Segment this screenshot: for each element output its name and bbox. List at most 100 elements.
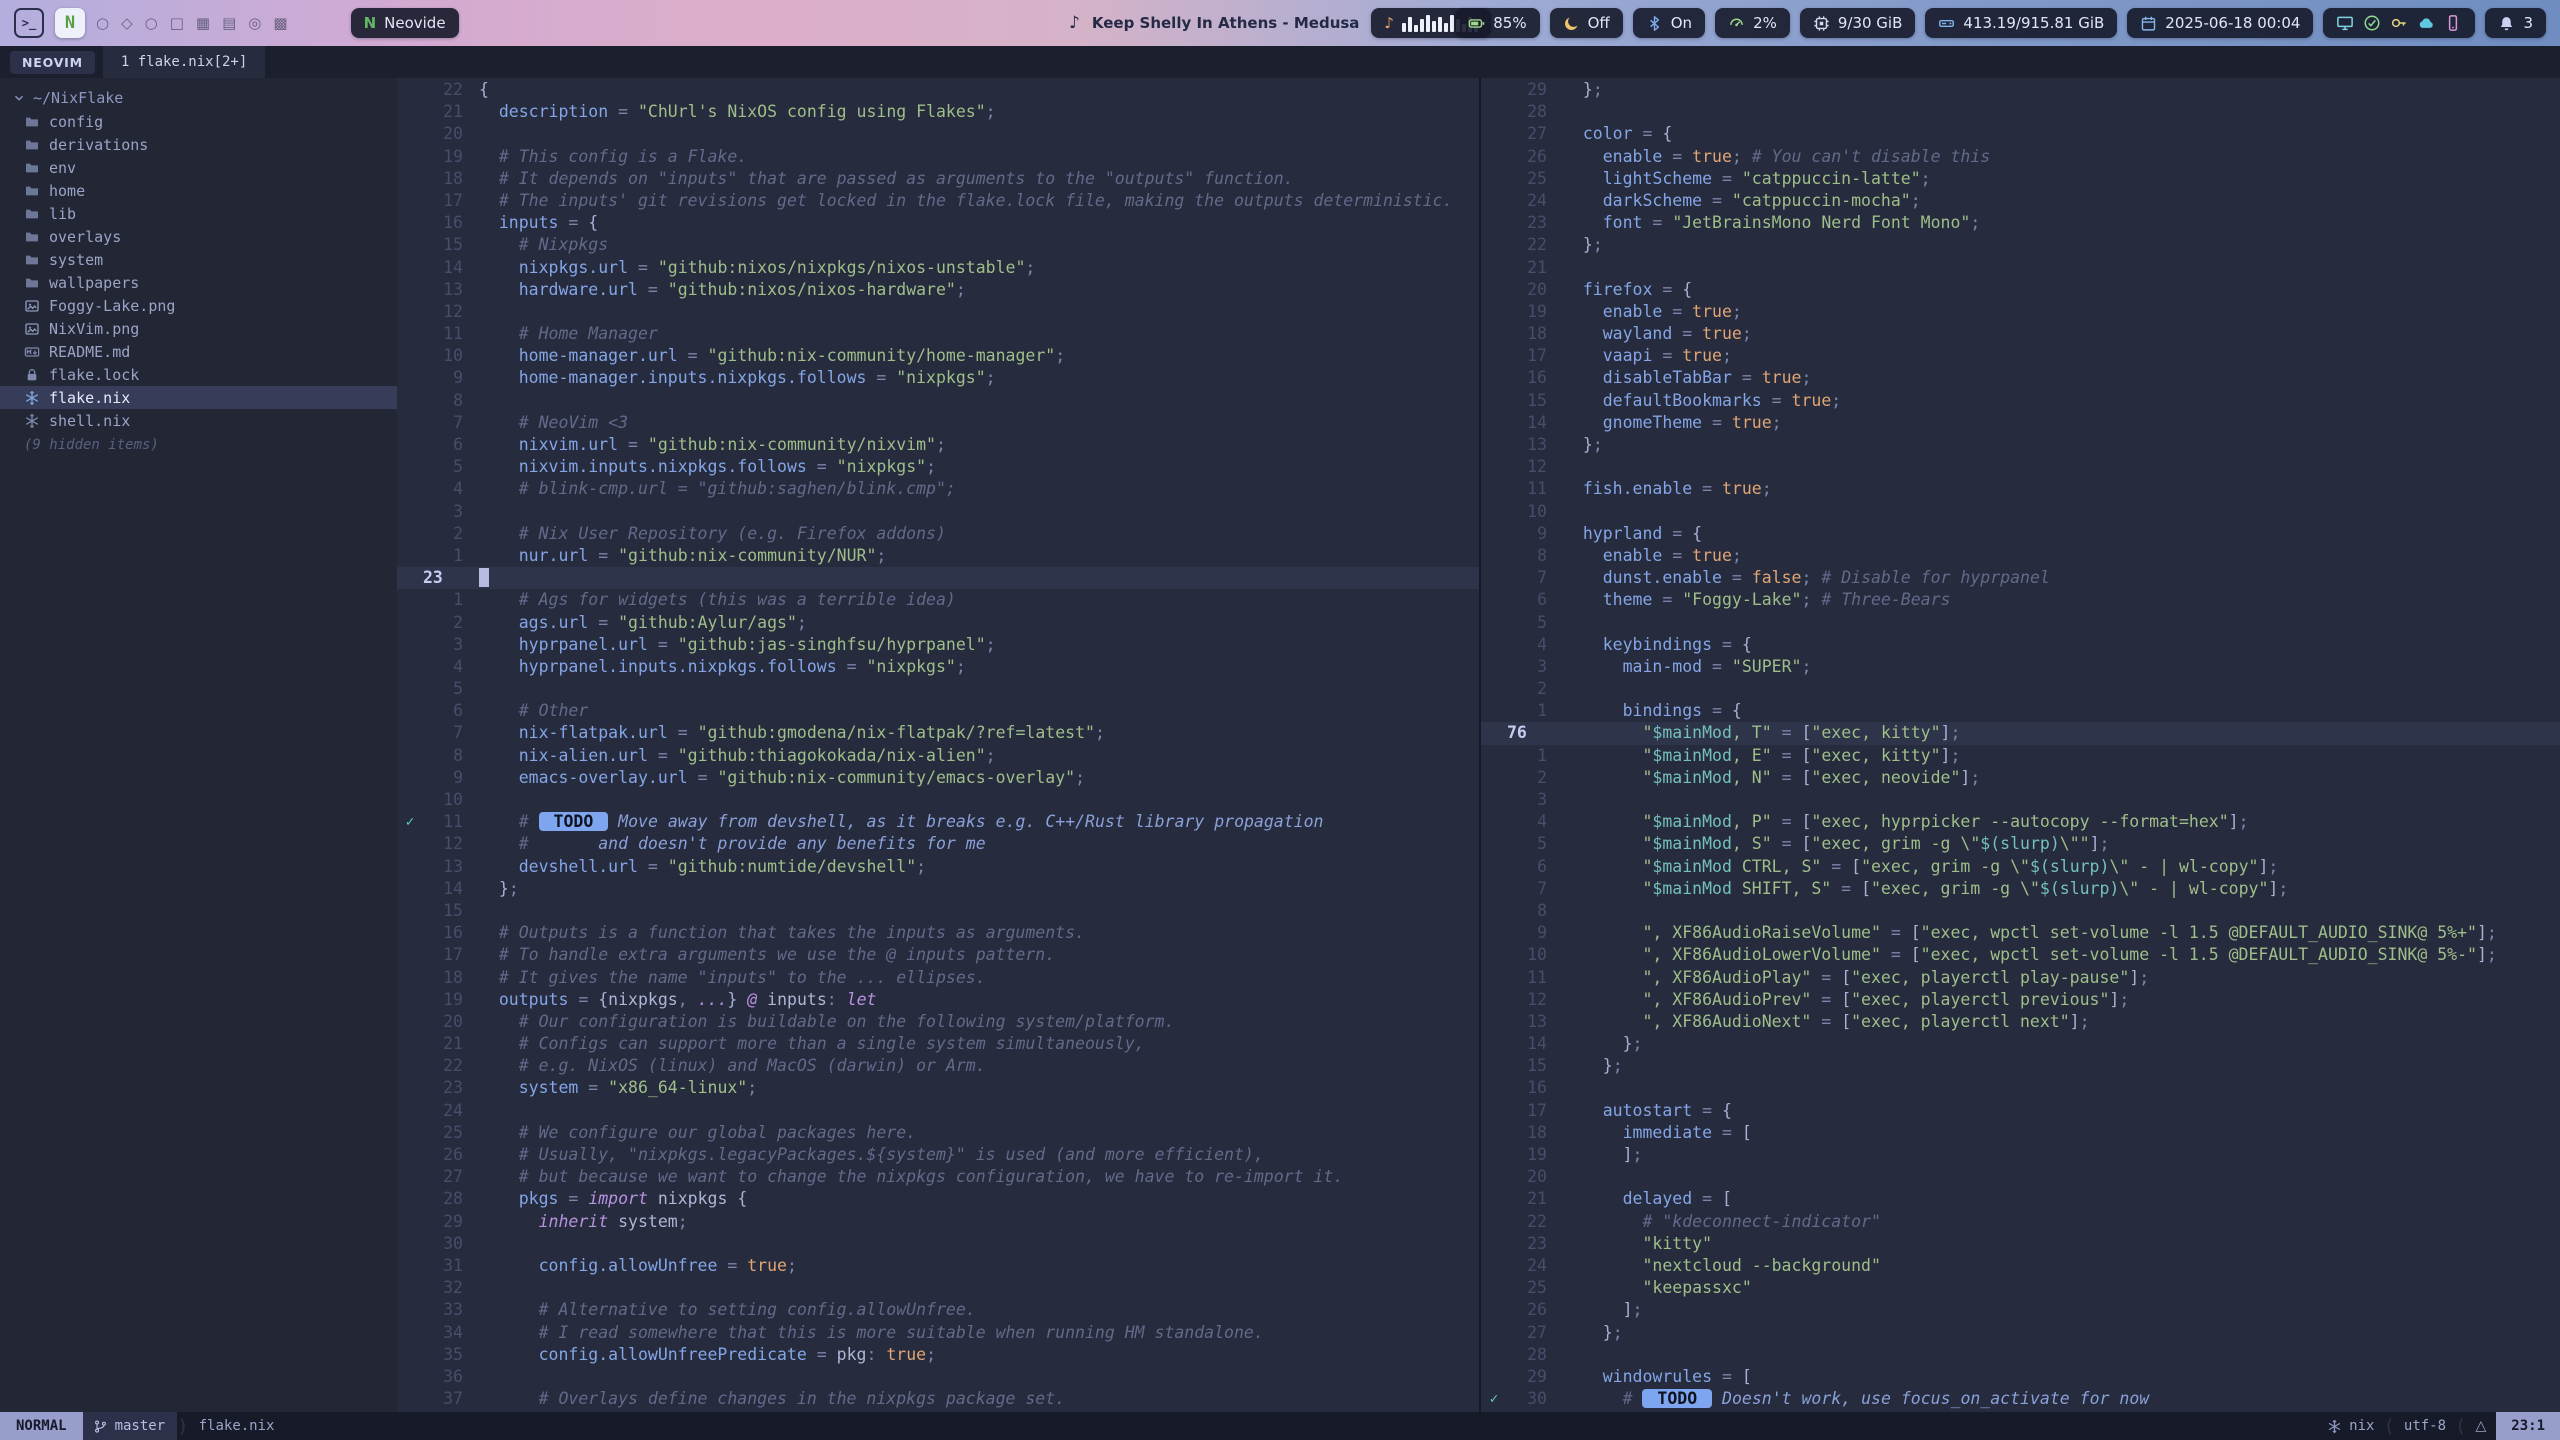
tree-item-home[interactable]: home	[0, 179, 397, 202]
tree-item-wallpapers[interactable]: wallpapers	[0, 271, 397, 294]
code-line[interactable]: 26 ];	[1481, 1299, 2560, 1321]
buffer-tab[interactable]: 1 flake.nix[2+]	[103, 46, 265, 78]
code-line[interactable]: 16 # Outputs is a function that takes th…	[397, 922, 1479, 944]
tree-item-lib[interactable]: lib	[0, 202, 397, 225]
code-line[interactable]: 15 };	[1481, 1055, 2560, 1077]
notifications-module[interactable]: 3	[2485, 8, 2546, 38]
code-line[interactable]: 21 description = "ChUrl's NixOS config u…	[397, 101, 1479, 123]
code-line[interactable]: 8 enable = true;	[1481, 545, 2560, 567]
code-line[interactable]: 3 main-mod = "SUPER";	[1481, 656, 2560, 678]
cloud-icon[interactable]	[2417, 14, 2435, 32]
tree-item-derivations[interactable]: derivations	[0, 133, 397, 156]
code-line[interactable]: 4 "$mainMod, P" = ["exec, hyprpicker --a…	[1481, 811, 2560, 833]
code-line[interactable]: 20 firefox = {	[1481, 279, 2560, 301]
code-line[interactable]: 13 ", XF86AudioNext" = ["exec, playerctl…	[1481, 1011, 2560, 1033]
code-line[interactable]: 13 };	[1481, 434, 2560, 456]
tree-item-env[interactable]: env	[0, 156, 397, 179]
code-line[interactable]: 30	[397, 1233, 1479, 1255]
code-line[interactable]: 28 pkgs = import nixpkgs {	[397, 1188, 1479, 1210]
code-line[interactable]: 4 # blink-cmp.url = "github:saghen/blink…	[397, 478, 1479, 500]
code-line[interactable]: 11 ", XF86AudioPlay" = ["exec, playerctl…	[1481, 967, 2560, 989]
code-line[interactable]: 29 windowrules = [	[1481, 1366, 2560, 1388]
code-line[interactable]: 18 # It gives the name "inputs" to the .…	[397, 967, 1479, 989]
code-line[interactable]: 23 "kitty"	[1481, 1233, 2560, 1255]
code-line[interactable]: 2 "$mainMod, N" = ["exec, neovide"];	[1481, 767, 2560, 789]
code-line[interactable]: 24 darkScheme = "catppuccin-mocha";	[1481, 190, 2560, 212]
code-line[interactable]: 17 autostart = {	[1481, 1100, 2560, 1122]
rows-icon[interactable]: ▤	[222, 14, 236, 32]
code-line[interactable]: 3 hyprpanel.url = "github:jas-singhfsu/h…	[397, 634, 1479, 656]
code-line[interactable]: 16 inputs = {	[397, 212, 1479, 234]
bluetooth-module[interactable]: On	[1633, 8, 1705, 38]
code-line[interactable]: 10	[1481, 501, 2560, 523]
editor-pane-left[interactable]: 22{21 description = "ChUrl's NixOS confi…	[397, 78, 1479, 1412]
code-line[interactable]: 22 # e.g. NixOS (linux) and MacOS (darwi…	[397, 1055, 1479, 1077]
disk-module[interactable]: 413.19/915.81 GiB	[1925, 8, 2117, 38]
tree-item-Foggy-Lake.png[interactable]: Foggy-Lake.png	[0, 294, 397, 317]
code-line[interactable]: 33 # Alternative to setting config.allow…	[397, 1299, 1479, 1321]
code-line[interactable]: 25 lightScheme = "catppuccin-latte";	[1481, 168, 2560, 190]
code-line[interactable]: 17 vaapi = true;	[1481, 345, 2560, 367]
tree-root[interactable]: ~/NixFlake	[0, 86, 397, 110]
tree-item-shell.nix[interactable]: shell.nix	[0, 409, 397, 432]
code-line[interactable]: 76 "$mainMod, T" = ["exec, kitty"];	[1481, 722, 2560, 744]
code-line[interactable]: 8 nix-alien.url = "github:thiagokokada/n…	[397, 745, 1479, 767]
hatch-icon[interactable]: ▩	[273, 14, 287, 32]
code-line[interactable]: 22 # "kdeconnect-indicator"	[1481, 1211, 2560, 1233]
code-line[interactable]: 19 enable = true;	[1481, 301, 2560, 323]
code-line[interactable]: 15 defaultBookmarks = true;	[1481, 390, 2560, 412]
code-line[interactable]: 35 config.allowUnfreePredicate = pkg: tr…	[397, 1344, 1479, 1366]
media-title[interactable]: Keep Shelly In Athens - Medusa	[1092, 14, 1360, 32]
code-line[interactable]: 31 config.allowUnfree = true;	[397, 1255, 1479, 1277]
idle-inhibitor-module[interactable]: Off	[1550, 8, 1623, 38]
battery-module[interactable]: 85%	[1455, 8, 1539, 38]
code-line[interactable]: 2 # Nix User Repository (e.g. Firefox ad…	[397, 523, 1479, 545]
code-line[interactable]: 28	[1481, 1344, 2560, 1366]
code-line[interactable]: 22 };	[1481, 234, 2560, 256]
code-line[interactable]: 34 # I read somewhere that this is more …	[397, 1322, 1479, 1344]
code-line[interactable]: 18 # It depends on "inputs" that are pas…	[397, 168, 1479, 190]
window-title-module[interactable]: N Neovide	[351, 8, 459, 38]
tree-item-flake.nix[interactable]: flake.nix	[0, 386, 397, 409]
code-line[interactable]: 16 disableTabBar = true;	[1481, 367, 2560, 389]
code-line[interactable]: 10	[397, 789, 1479, 811]
grid-icon[interactable]: ▦	[196, 14, 210, 32]
code-line[interactable]: 5	[397, 678, 1479, 700]
code-line[interactable]: 13 hardware.url = "github:nixos/nixos-ha…	[397, 279, 1479, 301]
code-line[interactable]: 25 # We configure our global packages he…	[397, 1122, 1479, 1144]
code-line[interactable]: 6 # Other	[397, 700, 1479, 722]
code-line[interactable]: 37 # Overlays define changes in the nixp…	[397, 1388, 1479, 1410]
phone-icon[interactable]	[2444, 14, 2462, 32]
tree-item-flake.lock[interactable]: flake.lock	[0, 363, 397, 386]
code-line[interactable]: 6 "$mainMod CTRL, S" = ["exec, grim -g \…	[1481, 856, 2560, 878]
workspace-terminal[interactable]: >_	[14, 8, 44, 38]
code-line[interactable]: 24	[397, 1100, 1479, 1122]
code-line[interactable]: 14 gnomeTheme = true;	[1481, 412, 2560, 434]
code-line[interactable]: 21	[1481, 257, 2560, 279]
code-line[interactable]: 4 hyprpanel.inputs.nixpkgs.follows = "ni…	[397, 656, 1479, 678]
code-line[interactable]: 8	[1481, 900, 2560, 922]
code-line[interactable]: 13 devshell.url = "github:numtide/devshe…	[397, 856, 1479, 878]
code-line[interactable]: 11 # Home Manager	[397, 323, 1479, 345]
code-line[interactable]: 9 home-manager.inputs.nixpkgs.follows = …	[397, 367, 1479, 389]
code-line[interactable]: 21 # Configs can support more than a sin…	[397, 1033, 1479, 1055]
code-line[interactable]: 9 hyprland = {	[1481, 523, 2560, 545]
code-line[interactable]: 17 # The inputs' git revisions get locke…	[397, 190, 1479, 212]
diamond-icon[interactable]: ◇	[121, 14, 133, 32]
code-line[interactable]: 12 # and doesn't provide any benefits fo…	[397, 833, 1479, 855]
code-line[interactable]: 27 color = {	[1481, 123, 2560, 145]
code-line[interactable]: 6 nixvim.url = "github:nix-community/nix…	[397, 434, 1479, 456]
code-line[interactable]: 20	[1481, 1166, 2560, 1188]
editor-pane-right[interactable]: 29 };2827 color = {26 enable = true; # Y…	[1479, 78, 2560, 1412]
code-line[interactable]: 12 ", XF86AudioPrev" = ["exec, playerctl…	[1481, 989, 2560, 1011]
code-line[interactable]: 1 "$mainMod, E" = ["exec, kitty"];	[1481, 745, 2560, 767]
cpu-module[interactable]: 2%	[1715, 8, 1790, 38]
code-line[interactable]: 24 "nextcloud --background"	[1481, 1255, 2560, 1277]
tree-item-README.md[interactable]: README.md	[0, 340, 397, 363]
circle-icon[interactable]: ○	[96, 14, 109, 32]
code-line[interactable]: 20	[397, 123, 1479, 145]
code-line[interactable]: 15	[397, 900, 1479, 922]
code-line[interactable]: 29 inherit system;	[397, 1211, 1479, 1233]
key-icon[interactable]	[2390, 14, 2408, 32]
code-line[interactable]: 19 ];	[1481, 1144, 2560, 1166]
